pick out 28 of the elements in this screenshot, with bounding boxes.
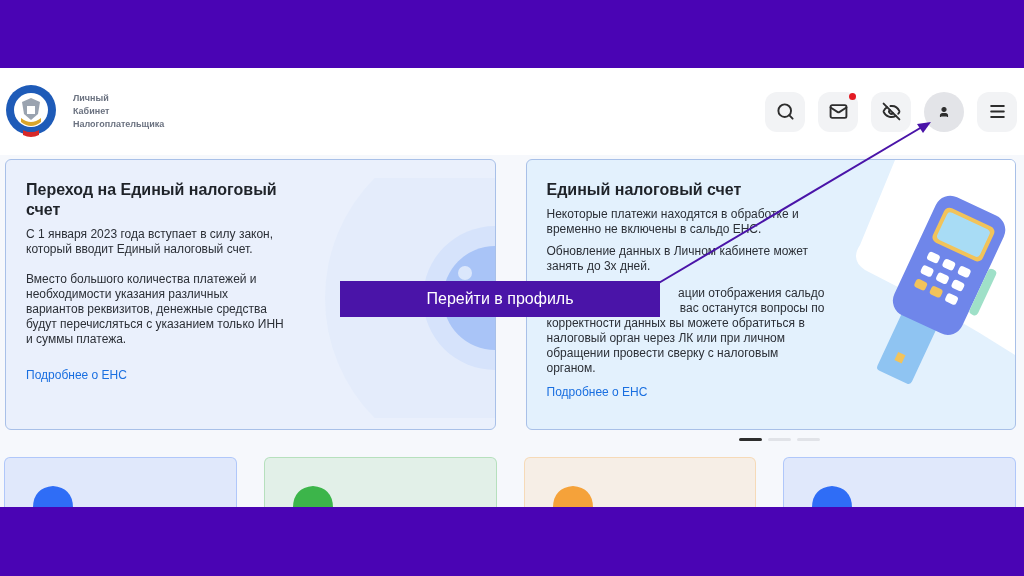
- card-text: Вместо большого количества платежей и необходимости указания различных вариантов реквизитов, денежные средства будут перечисляться с указанием только ИНН и суммы платежа.: [26, 272, 285, 347]
- profile-hint: Перейти в профиль: [340, 281, 660, 317]
- more-link[interactable]: Подробнее о ЕНС: [26, 366, 127, 384]
- service-tile[interactable]: [783, 457, 1016, 507]
- service-tile[interactable]: [263, 457, 497, 507]
- search-icon: [775, 102, 795, 121]
- logo-text: Личный: [73, 92, 110, 105]
- search-button[interactable]: [765, 91, 805, 132]
- card-text: С 1 января 2023 года вступает в силу закон, который вводит Единый налоговый счет.: [26, 227, 275, 257]
- user-icon: [938, 105, 950, 118]
- mail-button[interactable]: [818, 91, 858, 132]
- menu-icon: [987, 102, 1007, 121]
- logo-text: Налогоплательщика: [73, 118, 165, 131]
- menu-button[interactable]: [977, 91, 1017, 132]
- user-button[interactable]: [924, 91, 964, 132]
- card-text: вас останутся вопросы по: [679, 301, 825, 316]
- service-tile[interactable]: [523, 457, 757, 507]
- eye-off-icon: [881, 102, 901, 121]
- more-link[interactable]: Подробнее о ЕНС: [546, 383, 648, 401]
- card-title: Единый налоговый счет: [546, 180, 743, 200]
- eye-off-button[interactable]: [871, 91, 911, 132]
- card-title: Переход на Единый налоговый счет: [26, 180, 278, 220]
- card-text: корректности данных вы можете обратиться в налоговый орган через ЛК или при личном обращении провести сверку с налоговым органом.: [546, 316, 806, 376]
- logo-text: Кабинет: [73, 105, 111, 118]
- envelope-icon: [828, 102, 848, 121]
- service-tile[interactable]: [4, 457, 237, 507]
- emblem-logo: [5, 83, 57, 140]
- card-text: ации отображения сальдо: [678, 286, 825, 301]
